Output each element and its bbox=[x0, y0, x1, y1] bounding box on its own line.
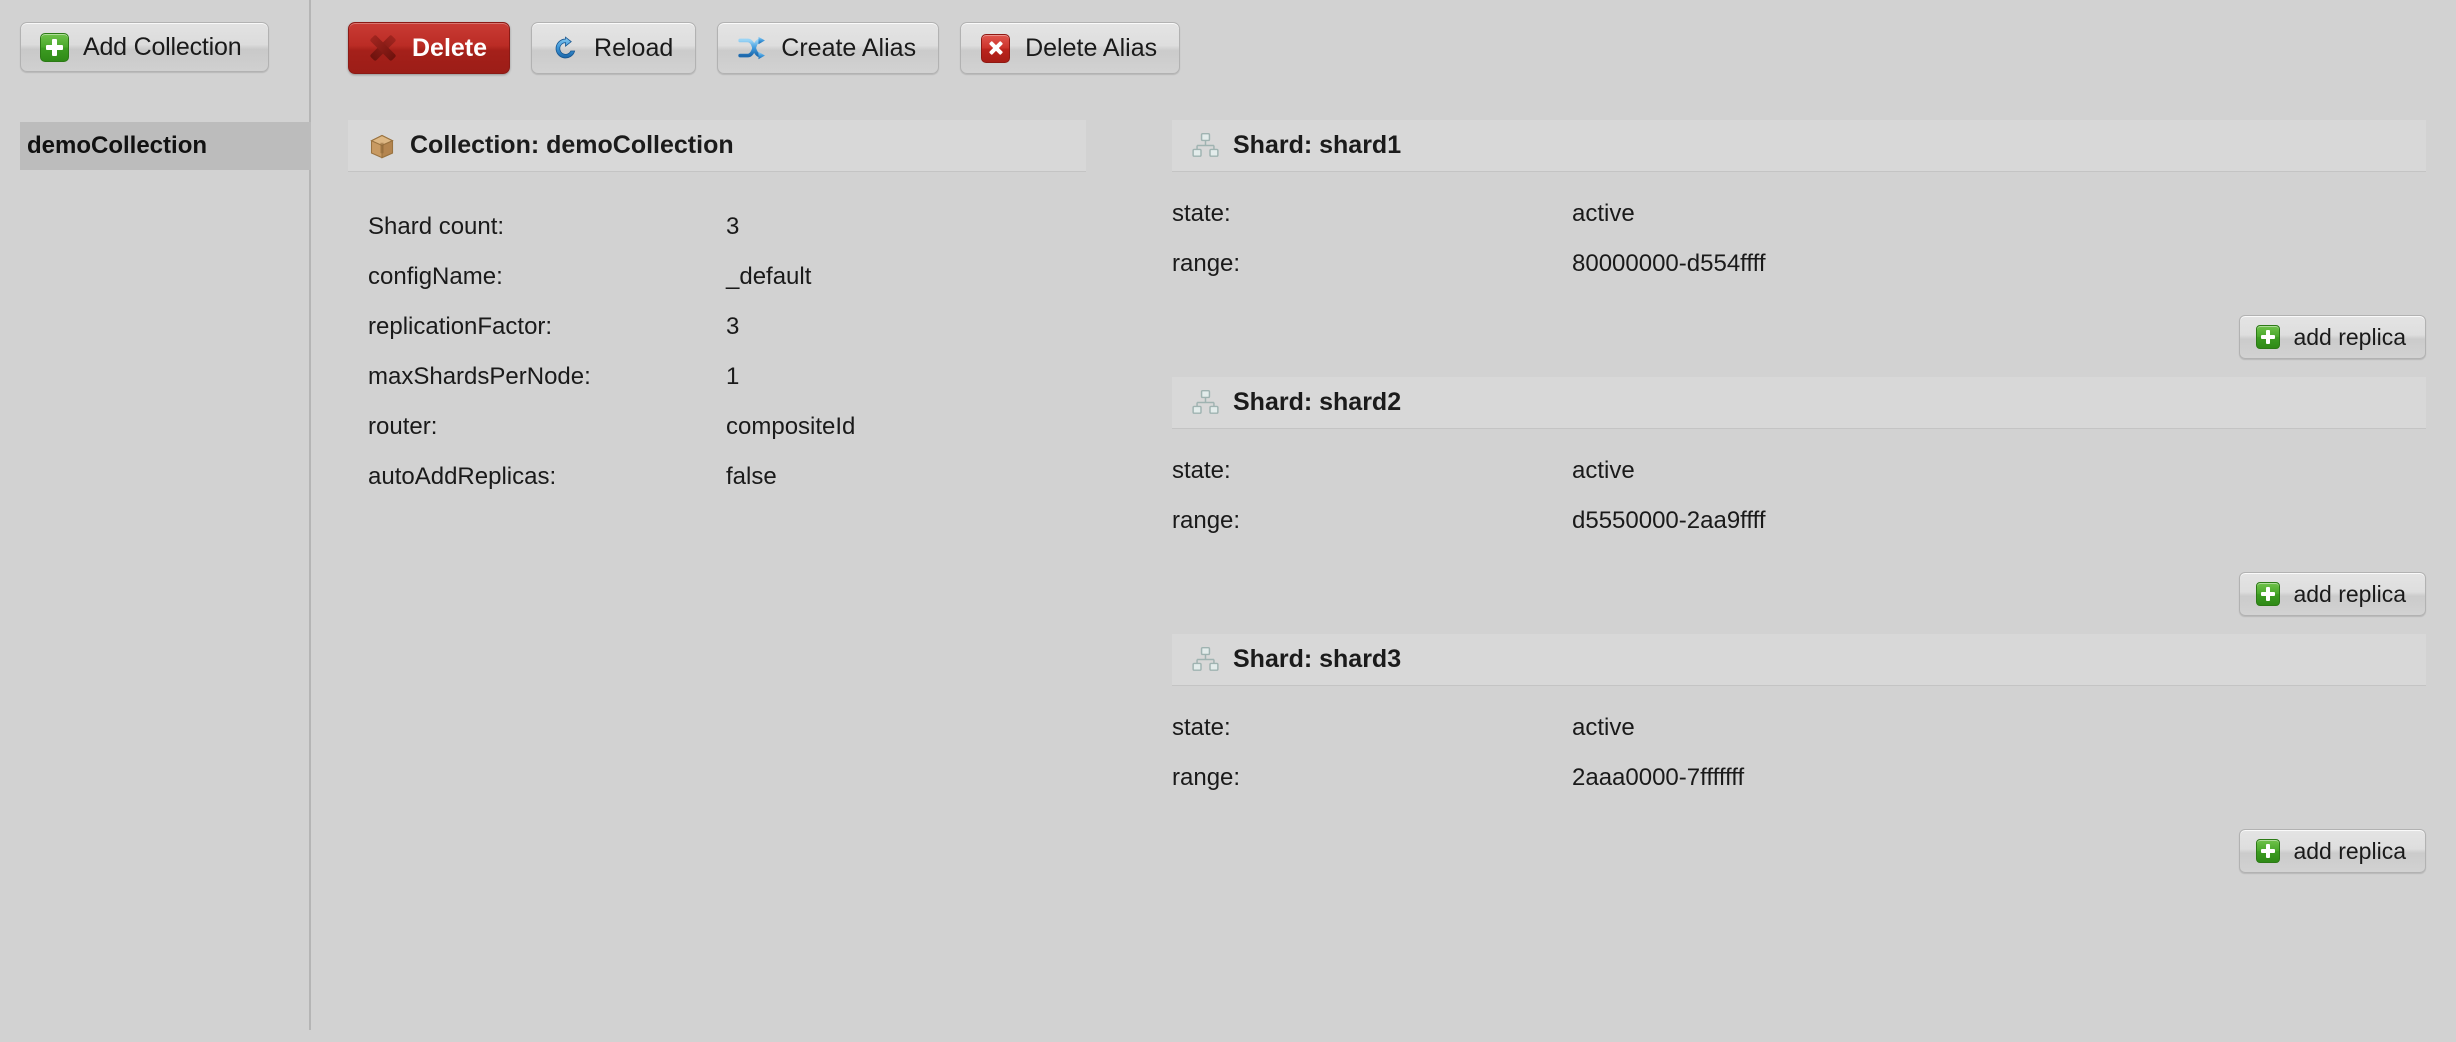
collection-properties: Shard count: 3 configName: _default repl… bbox=[348, 202, 1086, 502]
shard-state-value: active bbox=[1572, 200, 1635, 227]
reload-icon bbox=[552, 35, 579, 62]
shard-actions: add replica bbox=[1172, 289, 2426, 377]
plus-icon bbox=[40, 32, 69, 62]
shard-actions: add replica bbox=[1172, 546, 2426, 634]
property-key: replicationFactor: bbox=[368, 313, 553, 340]
shard-body: state: active range: d5550000-2aa9ffff a… bbox=[1172, 429, 2426, 634]
add-replica-button[interactable]: add replica bbox=[2239, 829, 2426, 873]
sidebar-item-democollection[interactable]: demoCollection bbox=[20, 122, 311, 170]
shard-header: Shard: shard2 bbox=[1172, 377, 2426, 429]
property-value: 3 bbox=[726, 313, 740, 340]
shard-title: Shard: shard2 bbox=[1233, 388, 1402, 416]
property-value: false bbox=[726, 463, 777, 490]
add-replica-label: add replica bbox=[2293, 837, 2406, 864]
collection-panel-header: Collection: demoCollection bbox=[348, 120, 1086, 172]
x-icon bbox=[369, 34, 397, 62]
shard-range-row: range: 80000000-d554ffff bbox=[1172, 239, 2426, 289]
property-value: compositeId bbox=[726, 413, 856, 440]
property-row: maxShardsPerNode: 1 bbox=[368, 352, 1086, 402]
shard-header: Shard: shard1 bbox=[1172, 120, 2426, 172]
collection-list: demoCollection bbox=[0, 122, 311, 170]
plus-icon bbox=[2256, 325, 2281, 349]
shard-range-key: range: bbox=[1172, 507, 1241, 534]
shard-range-key: range: bbox=[1172, 250, 1241, 277]
shard-block: Shard: shard3 state: active range: 2aaa0… bbox=[1172, 634, 2426, 891]
property-key: Shard count: bbox=[368, 213, 505, 240]
add-replica-label: add replica bbox=[2293, 323, 2406, 350]
shards-column: Shard: shard1 state: active range: 80000… bbox=[1172, 120, 2426, 891]
hierarchy-icon bbox=[1192, 646, 1219, 673]
property-key: router: bbox=[368, 413, 438, 440]
shard-state-key: state: bbox=[1172, 200, 1231, 227]
create-alias-button-label: Create Alias bbox=[781, 33, 917, 62]
reload-button[interactable]: Reload bbox=[531, 22, 697, 74]
shard-state-value: active bbox=[1572, 714, 1635, 741]
shard-title: Shard: shard3 bbox=[1233, 645, 1402, 673]
hierarchy-icon bbox=[1192, 132, 1219, 159]
add-replica-button[interactable]: add replica bbox=[2239, 315, 2426, 359]
collection-panel-title: Collection: demoCollection bbox=[410, 131, 734, 159]
shard-state-key: state: bbox=[1172, 714, 1231, 741]
collection-item-label: demoCollection bbox=[27, 132, 208, 159]
property-value: 3 bbox=[726, 213, 740, 240]
delete-alias-button-label: Delete Alias bbox=[1025, 33, 1158, 62]
shard-range-row: range: 2aaa0000-7fffffff bbox=[1172, 753, 2426, 803]
shard-state-value: active bbox=[1572, 457, 1635, 484]
shard-body: state: active range: 2aaa0000-7fffffff a… bbox=[1172, 686, 2426, 891]
shard-block: Shard: shard1 state: active range: 80000… bbox=[1172, 120, 2426, 377]
shard-actions: add replica bbox=[1172, 803, 2426, 891]
shard-range-row: range: d5550000-2aa9ffff bbox=[1172, 496, 2426, 546]
hierarchy-icon bbox=[1192, 389, 1219, 416]
delete-button[interactable]: Delete bbox=[348, 22, 511, 74]
collection-toolbar: Delete Reload Create Alias Delete Alias bbox=[348, 22, 1181, 74]
property-row: configName: _default bbox=[368, 252, 1086, 302]
shard-range-key: range: bbox=[1172, 764, 1241, 791]
shard-range-value: 2aaa0000-7fffffff bbox=[1572, 764, 1745, 791]
property-value: _default bbox=[726, 263, 812, 290]
property-row: Shard count: 3 bbox=[368, 202, 1086, 252]
delete-x-icon bbox=[981, 33, 1011, 63]
shard-block: Shard: shard2 state: active range: d5550… bbox=[1172, 377, 2426, 634]
reload-button-label: Reload bbox=[594, 33, 674, 62]
delete-button-label: Delete bbox=[412, 33, 488, 62]
property-row: autoAddReplicas: false bbox=[368, 452, 1086, 502]
shard-state-row: state: active bbox=[1172, 189, 2426, 239]
add-replica-button[interactable]: add replica bbox=[2239, 572, 2426, 616]
shard-state-row: state: active bbox=[1172, 703, 2426, 753]
collection-detail-panel: Collection: demoCollection Shard count: … bbox=[348, 120, 1086, 502]
create-alias-button[interactable]: Create Alias bbox=[717, 22, 940, 74]
shuffle-icon bbox=[738, 35, 766, 61]
delete-alias-button[interactable]: Delete Alias bbox=[960, 22, 1181, 74]
property-value: 1 bbox=[726, 363, 740, 390]
property-row: replicationFactor: 3 bbox=[368, 302, 1086, 352]
property-key: autoAddReplicas: bbox=[368, 463, 557, 490]
package-icon bbox=[368, 132, 396, 160]
add-collection-label: Add Collection bbox=[83, 32, 242, 61]
property-key: configName: bbox=[368, 263, 503, 290]
shard-range-value: 80000000-d554ffff bbox=[1572, 250, 1766, 277]
add-collection-button[interactable]: Add Collection bbox=[20, 22, 269, 72]
shard-header: Shard: shard3 bbox=[1172, 634, 2426, 686]
plus-icon bbox=[2256, 839, 2281, 863]
shard-body: state: active range: 80000000-d554ffff a… bbox=[1172, 172, 2426, 377]
property-row: router: compositeId bbox=[368, 402, 1086, 452]
property-key: maxShardsPerNode: bbox=[368, 363, 591, 390]
add-replica-label: add replica bbox=[2293, 580, 2406, 607]
shard-state-key: state: bbox=[1172, 457, 1231, 484]
solr-admin-collections-screen: Add Collection demoCollection Delete Rel… bbox=[0, 0, 2456, 1042]
shard-title: Shard: shard1 bbox=[1233, 131, 1402, 159]
collections-sidebar: Add Collection demoCollection bbox=[0, 0, 311, 1030]
plus-icon bbox=[2256, 582, 2281, 606]
shard-range-value: d5550000-2aa9ffff bbox=[1572, 507, 1766, 534]
shard-state-row: state: active bbox=[1172, 446, 2426, 496]
